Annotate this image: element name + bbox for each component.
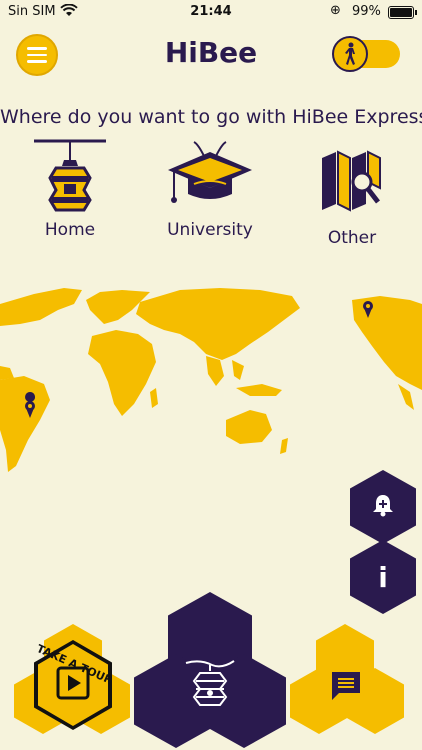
hive-home-button[interactable] [168, 636, 252, 726]
world-map[interactable] [0, 280, 422, 480]
info-button[interactable]: i [350, 540, 416, 614]
battery-percent: 99% [352, 4, 381, 19]
destination-home-label: Home [44, 220, 96, 240]
graduation-cap-icon [164, 138, 256, 220]
destination-university-label: University [167, 220, 253, 240]
walking-person-icon [332, 36, 368, 72]
battery-icon [388, 6, 417, 19]
chat-button[interactable] [318, 660, 374, 716]
destination-other-label: Other [327, 228, 377, 248]
status-bar: Sin SIM 21:44 ⊕ 99% [0, 0, 422, 24]
destination-home[interactable]: Home [30, 138, 110, 240]
add-alert-button[interactable] [350, 470, 416, 544]
bell-plus-icon [370, 492, 396, 522]
hive-home-icon [180, 649, 240, 713]
map-search-icon [314, 148, 390, 224]
beehive-lantern-icon [30, 138, 110, 220]
chat-message-icon [329, 669, 363, 707]
destination-other[interactable]: Other [314, 148, 390, 248]
walk-mode-toggle[interactable] [332, 36, 400, 72]
destination-university[interactable]: University [164, 138, 256, 240]
info-icon: i [378, 560, 388, 594]
destination-question: Where do you want to go with HiBee Expre… [0, 106, 422, 128]
rotation-lock-icon: ⊕ [330, 3, 341, 18]
